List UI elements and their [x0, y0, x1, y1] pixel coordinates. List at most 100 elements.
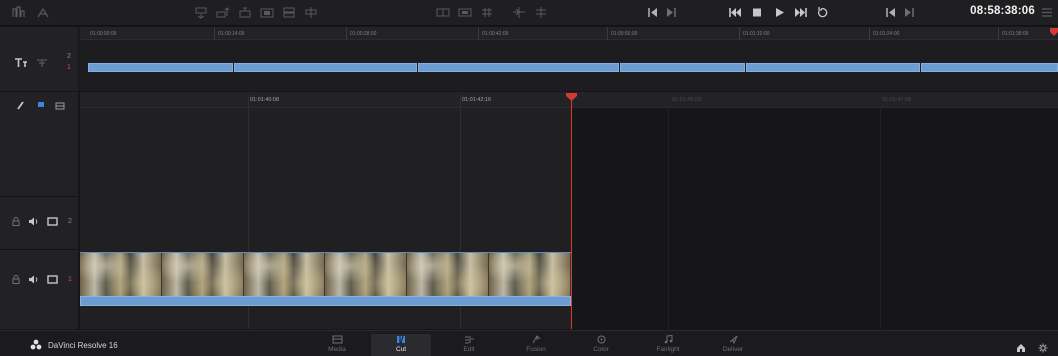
upper-clip[interactable] [88, 63, 233, 72]
dissolve-icon[interactable] [458, 6, 472, 19]
ruler-tick [214, 27, 215, 40]
playhead[interactable] [571, 100, 572, 329]
upper-clip[interactable] [234, 63, 417, 72]
ruler-tick-label: 01:00:00:00 [90, 31, 117, 37]
split-clip-icon[interactable] [534, 6, 548, 19]
flag-icon[interactable] [37, 97, 45, 115]
ripple-overwrite-icon[interactable] [238, 6, 252, 19]
mark-out-icon[interactable] [902, 6, 916, 19]
ruler-tick [346, 27, 347, 40]
lock-icon[interactable] [12, 275, 20, 284]
upper-clip[interactable] [418, 63, 619, 72]
video-monitor-icon[interactable] [47, 275, 58, 284]
audio-clip[interactable] [80, 296, 571, 306]
append-icon[interactable] [216, 6, 230, 19]
lock-icon[interactable] [12, 217, 20, 226]
upper-clip[interactable] [746, 63, 920, 72]
video-monitor-icon[interactable] [47, 217, 58, 226]
mark-in-icon[interactable] [884, 6, 898, 19]
ruler-tick [478, 27, 479, 40]
clip-thumbnail [325, 253, 408, 296]
tab-fusion[interactable]: Fusion [506, 334, 566, 356]
tab-label: Deliver [722, 346, 744, 353]
tab-label: Cut [395, 346, 407, 353]
top-toolbar: 08:58:38:06 [0, 0, 1058, 26]
smart-insert-icon[interactable] [194, 6, 208, 19]
ruler-tick-label: 01:00:56:00 [611, 31, 638, 37]
smooth-cut-icon[interactable] [512, 6, 526, 19]
marker-icon[interactable] [55, 97, 65, 115]
upper-clip[interactable] [921, 63, 1058, 72]
ruler-tick [607, 27, 608, 40]
effects-icon[interactable] [36, 6, 50, 19]
fairlight-page-icon [662, 334, 674, 344]
tab-label: Fairlight [656, 346, 680, 353]
snap-icon[interactable] [16, 97, 25, 115]
speaker-icon[interactable] [28, 275, 39, 284]
clip-thumbnail [80, 253, 162, 296]
loop-icon[interactable] [816, 6, 830, 19]
upper-track-number-1: 1 [67, 64, 71, 71]
tab-media[interactable]: Media [307, 334, 367, 356]
media-pool-icon[interactable] [12, 6, 26, 19]
next-clip-icon[interactable] [664, 6, 678, 19]
brand-label: DaVinci Resolve 16 [48, 341, 118, 350]
edit-page-icon [463, 334, 475, 344]
upper-playhead-marker[interactable] [1050, 28, 1058, 36]
home-icon[interactable] [1016, 340, 1026, 352]
timeline-empty-area[interactable] [572, 108, 1058, 329]
place-on-top-icon[interactable] [282, 6, 296, 19]
go-to-start-icon[interactable] [728, 6, 742, 19]
track-number: 2 [68, 218, 72, 225]
upper-clip[interactable] [620, 63, 745, 72]
main-timeline-header: 2 1 [0, 92, 79, 329]
upper-timeline-header: 2 1 [0, 27, 79, 91]
ruler-tick [739, 27, 740, 40]
playhead-marker[interactable] [566, 93, 577, 101]
davinci-logo-icon [30, 339, 42, 352]
brand: DaVinci Resolve 16 [30, 339, 118, 352]
track-divider [0, 249, 79, 250]
menu-icon[interactable] [1040, 6, 1054, 19]
source-overwrite-icon[interactable] [304, 6, 318, 19]
ruler-tick-label: 01:01:40:08 [250, 97, 280, 103]
track-number: 1 [68, 276, 72, 283]
tab-label: Color [593, 346, 609, 353]
cut-page-icon [395, 334, 407, 344]
close-up-icon[interactable] [260, 6, 274, 19]
ruler-tick-label: 01:01:42:16 [462, 97, 492, 103]
clip-thumbnail [243, 253, 326, 296]
tab-edit[interactable]: Edit [439, 334, 499, 356]
stop-icon[interactable] [750, 6, 764, 19]
ruler-tick-label: 01:00:42:00 [482, 31, 509, 37]
ruler-tick-label: 01:01:47:08 [882, 97, 912, 103]
tab-cut[interactable]: Cut [371, 334, 431, 356]
tab-color[interactable]: Color [571, 334, 631, 356]
clip-thumbnail [407, 253, 490, 296]
video-clip[interactable] [80, 252, 571, 296]
ruler-tick [998, 27, 999, 40]
previous-clip-icon[interactable] [646, 6, 660, 19]
tab-label: Fusion [526, 346, 546, 353]
ruler-tick-label: 01:01:38:00 [1002, 31, 1029, 37]
play-icon[interactable] [772, 6, 786, 19]
deliver-page-icon [727, 334, 739, 344]
tab-deliver[interactable]: Deliver [703, 334, 763, 356]
title-tools-icon[interactable] [14, 55, 28, 73]
ruler-tick-label: 01:01:45:00 [672, 97, 702, 103]
ruler-tick [869, 27, 870, 40]
cut-icon[interactable] [480, 6, 494, 19]
upper-track-number-2: 2 [67, 53, 71, 60]
go-to-end-icon[interactable] [794, 6, 808, 19]
upper-ruler[interactable]: 01:00:00:00 01:00:14:00 01:00:28:00 01:0… [80, 27, 1058, 40]
tab-label: Edit [463, 346, 475, 353]
audio-tools-icon[interactable] [36, 55, 48, 73]
gear-icon[interactable] [1038, 340, 1048, 353]
fusion-page-icon [530, 334, 542, 344]
color-page-icon [595, 334, 607, 344]
clip-thumbnail [489, 253, 571, 296]
trim-icon[interactable] [436, 6, 450, 19]
grid-line [668, 95, 669, 329]
tab-fairlight[interactable]: Fairlight [638, 334, 698, 356]
speaker-icon[interactable] [28, 217, 39, 226]
